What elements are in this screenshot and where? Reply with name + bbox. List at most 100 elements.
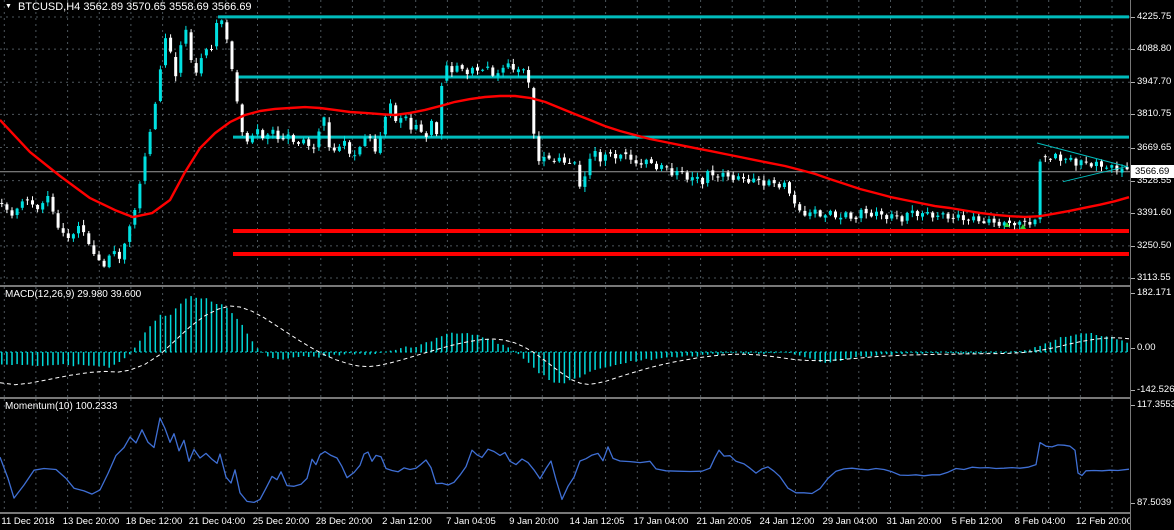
candle bbox=[716, 176, 720, 178]
candle bbox=[92, 245, 96, 254]
candle bbox=[915, 211, 919, 216]
candle bbox=[614, 154, 618, 159]
candle bbox=[813, 209, 817, 214]
candle bbox=[307, 139, 311, 146]
candle bbox=[624, 152, 628, 155]
candle bbox=[102, 260, 106, 267]
time-axis-label: 18 Dec 12:00 bbox=[125, 516, 183, 527]
candle bbox=[798, 204, 802, 211]
candle bbox=[1125, 166, 1129, 170]
momentum-panel[interactable] bbox=[0, 399, 1130, 512]
candle bbox=[956, 214, 960, 218]
momentum-axis-label: 87.5039 bbox=[1137, 497, 1172, 508]
candle bbox=[506, 63, 510, 68]
candle bbox=[501, 67, 505, 73]
price-axis-label: 4088.80 bbox=[1137, 43, 1172, 54]
momentum-line bbox=[0, 417, 1130, 504]
candle bbox=[327, 122, 331, 148]
macd-axis-label: 0.00 bbox=[1137, 342, 1156, 353]
candle bbox=[936, 215, 940, 217]
candle bbox=[409, 117, 413, 130]
candle bbox=[680, 171, 684, 172]
candle bbox=[460, 65, 464, 69]
candle bbox=[593, 151, 597, 157]
candle bbox=[629, 154, 633, 160]
candle bbox=[757, 178, 761, 180]
candle bbox=[317, 131, 321, 148]
candle bbox=[527, 70, 531, 83]
price-axis[interactable]: 4225.75 4088.80 3947.70 3810.75 3669.65 3528.… bbox=[1130, 0, 1174, 530]
candle bbox=[358, 147, 362, 155]
current-price-badge: 3566.69 bbox=[1131, 165, 1174, 178]
candle bbox=[373, 138, 377, 152]
candle bbox=[77, 226, 80, 234]
axis-tick bbox=[1131, 17, 1135, 18]
candle bbox=[164, 38, 167, 66]
candle bbox=[0, 203, 4, 204]
candle bbox=[363, 137, 367, 146]
candle bbox=[424, 133, 428, 137]
candle bbox=[644, 159, 648, 165]
candle bbox=[706, 171, 710, 183]
price-axis-label: 3250.50 bbox=[1137, 240, 1172, 251]
price-panel[interactable] bbox=[0, 0, 1130, 285]
macd-panel[interactable] bbox=[0, 287, 1130, 397]
candle bbox=[1084, 161, 1088, 163]
candle bbox=[619, 154, 623, 159]
price-axis-label: 3669.65 bbox=[1137, 142, 1172, 153]
chart-title: ▼ BTCUSD,H4 3562.89 3570.65 3558.69 3566.… bbox=[5, 1, 252, 13]
candle bbox=[5, 204, 9, 210]
candle bbox=[1105, 167, 1109, 169]
candle bbox=[117, 251, 121, 259]
candle bbox=[900, 216, 904, 222]
time-axis-label: 24 Jan 12:00 bbox=[759, 516, 815, 527]
candle bbox=[895, 215, 899, 217]
candle bbox=[204, 49, 208, 56]
candle bbox=[36, 205, 40, 210]
candle bbox=[271, 129, 275, 134]
candle bbox=[291, 135, 295, 142]
time-axis[interactable]: 11 Dec 2018 13 Dec 20:00 18 Dec 12:00 21 De… bbox=[0, 514, 1130, 530]
candle bbox=[230, 41, 234, 69]
candle bbox=[169, 37, 173, 52]
candle bbox=[256, 129, 260, 135]
candle bbox=[476, 67, 479, 71]
candle bbox=[491, 67, 495, 76]
candle bbox=[598, 152, 602, 162]
candle bbox=[828, 210, 832, 215]
candle bbox=[1013, 223, 1017, 226]
time-axis-label: 28 Dec 20:00 bbox=[315, 516, 373, 527]
candle bbox=[71, 234, 75, 239]
candle bbox=[1023, 220, 1027, 222]
candle bbox=[450, 66, 454, 73]
candle bbox=[762, 180, 766, 186]
candle bbox=[864, 208, 868, 214]
candle bbox=[179, 45, 183, 73]
candle bbox=[522, 69, 525, 71]
candle bbox=[885, 215, 889, 219]
candle bbox=[189, 32, 193, 60]
candle bbox=[1069, 157, 1073, 160]
trend-line[interactable] bbox=[1062, 165, 1129, 183]
candle bbox=[31, 200, 34, 205]
candle bbox=[690, 177, 694, 181]
time-axis-label: 21 Jan 20:05 bbox=[696, 516, 752, 527]
candle bbox=[961, 215, 965, 221]
candle bbox=[844, 212, 848, 218]
candle bbox=[808, 212, 812, 217]
candle bbox=[481, 69, 485, 71]
candle bbox=[695, 176, 699, 179]
candle bbox=[435, 122, 439, 135]
time-axis-label: 31 Jan 20:00 bbox=[886, 516, 942, 527]
candle bbox=[394, 105, 398, 121]
candle bbox=[639, 163, 643, 165]
momentum-label: Momentum(10) 100.2333 bbox=[5, 401, 118, 412]
candle bbox=[803, 210, 807, 216]
candle bbox=[742, 177, 745, 179]
axis-tick bbox=[1131, 246, 1135, 247]
candle bbox=[486, 66, 490, 68]
candle bbox=[496, 73, 500, 77]
axis-tick bbox=[1131, 405, 1135, 406]
symbol-marker-icon: ▼ bbox=[5, 3, 12, 10]
candle bbox=[532, 88, 536, 134]
